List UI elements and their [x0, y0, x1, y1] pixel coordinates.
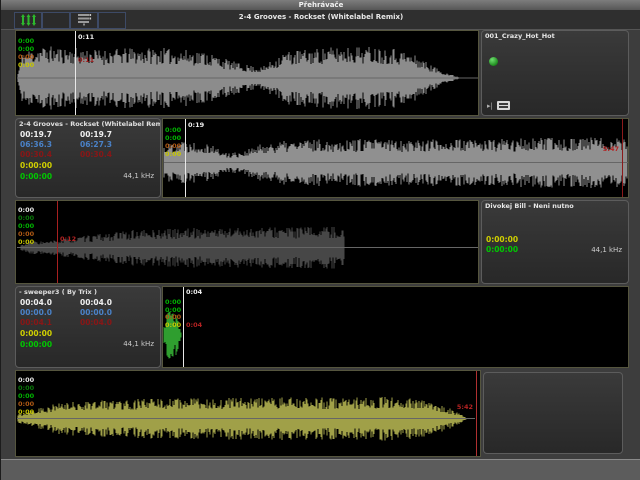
cue-marker-line[interactable] — [75, 31, 76, 115]
toolbar: 2-4 Grooves - Rockset (Whitelabel Remix) — [1, 11, 640, 30]
window-title: Přehrávače — [299, 1, 344, 9]
deck1-waveform[interactable]: 0:000:000:000:000:110:11 — [15, 30, 479, 116]
cue-marker-label: 0:11 — [78, 56, 94, 64]
wave-time-label: 0:00 — [18, 214, 34, 222]
window-titlebar[interactable]: Přehrávače — [1, 0, 640, 11]
wave-time-label: 0:00 — [18, 206, 34, 214]
wave-time-label: 0:00 — [18, 61, 34, 69]
wave-time-label: 0:00 — [18, 400, 34, 408]
deck4-track-title: - sweeper3 ( By Trix ) — [16, 287, 160, 296]
skip-to-end-icon[interactable]: ▸| — [487, 102, 493, 110]
cue-marker-label: 5:47 — [603, 145, 619, 153]
wave-time-label: 0:00 — [18, 37, 34, 45]
deck2-remaining-time: 06:36.3 06:27.3 — [20, 140, 52, 149]
deck3-yellow-counter: 0:00:00 — [486, 235, 518, 244]
deck4-yellow-counter: 0:00:00 — [20, 329, 52, 338]
deck4-waveform[interactable]: 0:000:000:000:000:040:04 — [162, 286, 629, 368]
wave-time-label: 0:00 — [18, 230, 34, 238]
deck5-side-panel — [483, 372, 623, 454]
deck3-samplerate: 44,1 kHz — [591, 246, 622, 254]
cue-marker-line[interactable] — [183, 287, 184, 367]
wave-time-label: 0:00 — [18, 45, 34, 53]
deck2-green-counter: 0:00:00 — [20, 172, 52, 181]
cue-marker-label: 0:12 — [60, 235, 76, 243]
wave-time-label: 0:00 — [18, 408, 34, 416]
deck2-info-panel: 2-4 Grooves - Rockset (Whitelabel Remix)… — [15, 118, 161, 198]
cue-marker-line[interactable] — [476, 371, 477, 456]
wave-time-label: 0:00 — [18, 222, 34, 230]
cue-marker-label: 0:04 — [186, 321, 202, 329]
deck1-side-panel: 001_Crazy_Hot_Hot ▸| — [481, 30, 629, 116]
deck2-waveform[interactable]: 0:000:000:000:000:195:47 — [162, 118, 629, 198]
deck3-loaded-track: Divokej Bill - Neni nutno — [482, 201, 628, 210]
wave-time-label: 0:00 — [18, 392, 34, 400]
deck2-track-title: 2-4 Grooves - Rockset (Whitelabel Remix) — [16, 119, 160, 128]
wave-time-label: 0:00 — [165, 321, 181, 329]
deck4-elapsed-time: 00:04.0 00:04.0 — [20, 298, 52, 307]
deck4-samplerate: 44,1 kHz — [123, 340, 154, 348]
cue-marker-label: 0:04 — [186, 288, 202, 296]
deck5-waveform[interactable]: 0:000:000:000:000:005:42 — [15, 370, 481, 457]
cue-marker-line[interactable] — [57, 201, 58, 283]
deck1-loaded-track: 001_Crazy_Hot_Hot — [482, 31, 628, 40]
cue-marker-label: 5:42 — [457, 403, 473, 411]
wave-time-label: 0:00 — [165, 150, 181, 158]
wave-time-label: 0:00 — [18, 238, 34, 246]
current-track-title: 2-4 Grooves - Rockset (Whitelabel Remix) — [1, 13, 640, 21]
wave-time-label: 0:00 — [165, 142, 181, 150]
deck3-green-counter: 0:00:00 — [486, 245, 518, 254]
playlist-small-icon[interactable] — [497, 101, 510, 110]
deck2-cue-time: 00:30.4 00:30.4 — [20, 150, 52, 159]
deck4-cue-time: 00:04.1 00:04.0 — [20, 318, 52, 327]
wave-time-label: 0:00 — [165, 126, 181, 134]
wave-time-label: 0:00 — [18, 376, 34, 384]
cue-marker-label: 0:19 — [188, 121, 204, 129]
deck4-remaining-time: 00:00.0 00:00.0 — [20, 308, 52, 317]
status-led-icon — [489, 57, 498, 66]
wave-time-label: 0:00 — [18, 53, 34, 61]
player-window: Přehrávače — [0, 0, 640, 480]
deck3-side-panel: Divokej Bill - Neni nutno 0:00:00 0:00:0… — [481, 200, 629, 284]
deck4-green-counter: 0:00:00 — [20, 340, 52, 349]
deck3-waveform[interactable]: 0:000:000:000:000:000:12 — [15, 200, 479, 284]
cue-marker-line[interactable] — [622, 119, 623, 197]
deck2-samplerate: 44,1 kHz — [123, 172, 154, 180]
deck2-yellow-counter: 0:00:00 — [20, 161, 52, 170]
deck4-info-panel: - sweeper3 ( By Trix ) 00:04.0 00:04.0 0… — [15, 286, 161, 368]
wave-time-label: 0:00 — [165, 134, 181, 142]
cue-marker-line[interactable] — [185, 119, 186, 197]
bottom-status-bar — [1, 459, 640, 480]
wave-time-label: 0:00 — [18, 384, 34, 392]
cue-marker-label: 0:11 — [78, 33, 94, 41]
deck2-elapsed-time: 00:19.7 00:19.7 — [20, 130, 52, 139]
